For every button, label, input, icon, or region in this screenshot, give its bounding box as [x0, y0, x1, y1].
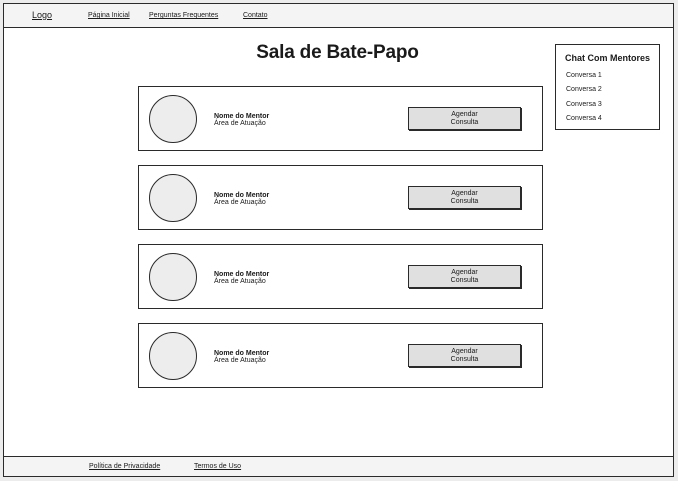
button-label-line1: Agendar	[451, 190, 478, 197]
top-nav-bar: Logo Página Inicial Perguntas Frequentes…	[4, 4, 673, 28]
conversation-item-2[interactable]: Conversa 2	[566, 86, 602, 93]
schedule-consultation-button[interactable]: Agendar Consulta	[408, 107, 521, 130]
button-label-line2: Consulta	[450, 198, 479, 205]
nav-link-contact[interactable]: Contato	[243, 12, 268, 19]
privacy-policy-link[interactable]: Política de Privacidade	[89, 463, 160, 470]
page-title: Sala de Bate-Papo	[256, 42, 419, 63]
button-label-line2: Consulta	[450, 119, 479, 126]
terms-of-use-link[interactable]: Termos de Uso	[194, 463, 241, 470]
mentor-area: Área de Atuação	[214, 199, 266, 206]
mentor-avatar	[149, 253, 197, 301]
mentor-chat-panel: Chat Com Mentores Conversa 1 Conversa 2 …	[555, 44, 660, 130]
mentor-info: Nome do Mentor Área de Atuação	[214, 192, 269, 206]
schedule-consultation-button[interactable]: Agendar Consulta	[408, 265, 521, 288]
mentor-avatar	[149, 95, 197, 143]
mentor-name: Nome do Mentor	[214, 113, 270, 120]
conversation-item-3[interactable]: Conversa 3	[566, 101, 602, 108]
mentor-card: Nome do Mentor Área de Atuação Agendar C…	[138, 323, 543, 388]
button-label-line1: Agendar	[451, 348, 478, 355]
mentor-info: Nome do Mentor Área de Atuação	[214, 350, 269, 364]
mentor-name: Nome do Mentor	[214, 192, 270, 199]
button-label-line2: Consulta	[450, 356, 479, 363]
page-frame: Logo Página Inicial Perguntas Frequentes…	[3, 3, 674, 477]
nav-link-faq[interactable]: Perguntas Frequentes	[149, 12, 218, 19]
button-label-line1: Agendar	[451, 269, 478, 276]
mentor-area: Área de Atuação	[214, 120, 266, 127]
mentor-name: Nome do Mentor	[214, 271, 270, 278]
mentor-card: Nome do Mentor Área de Atuação Agendar C…	[138, 86, 543, 151]
mentor-info: Nome do Mentor Área de Atuação	[214, 271, 269, 285]
mentor-area: Área de Atuação	[214, 278, 266, 285]
mentor-card: Nome do Mentor Área de Atuação Agendar C…	[138, 165, 543, 230]
mentor-info: Nome do Mentor Área de Atuação	[214, 113, 269, 127]
nav-link-home[interactable]: Página Inicial	[88, 12, 130, 19]
button-label-line2: Consulta	[450, 277, 479, 284]
logo-link[interactable]: Logo	[32, 10, 52, 20]
mentor-card: Nome do Mentor Área de Atuação Agendar C…	[138, 244, 543, 309]
chat-panel-title: Chat Com Mentores	[565, 53, 651, 63]
mentor-area: Área de Atuação	[214, 357, 266, 364]
button-label-line1: Agendar	[451, 111, 478, 118]
schedule-consultation-button[interactable]: Agendar Consulta	[408, 186, 521, 209]
mentor-name: Nome do Mentor	[214, 350, 270, 357]
mentor-avatar	[149, 332, 197, 380]
mentor-avatar	[149, 174, 197, 222]
conversation-item-4[interactable]: Conversa 4	[566, 115, 602, 122]
conversation-item-1[interactable]: Conversa 1	[566, 72, 602, 79]
footer-bar: Política de Privacidade Termos de Uso	[4, 456, 673, 476]
schedule-consultation-button[interactable]: Agendar Consulta	[408, 344, 521, 367]
